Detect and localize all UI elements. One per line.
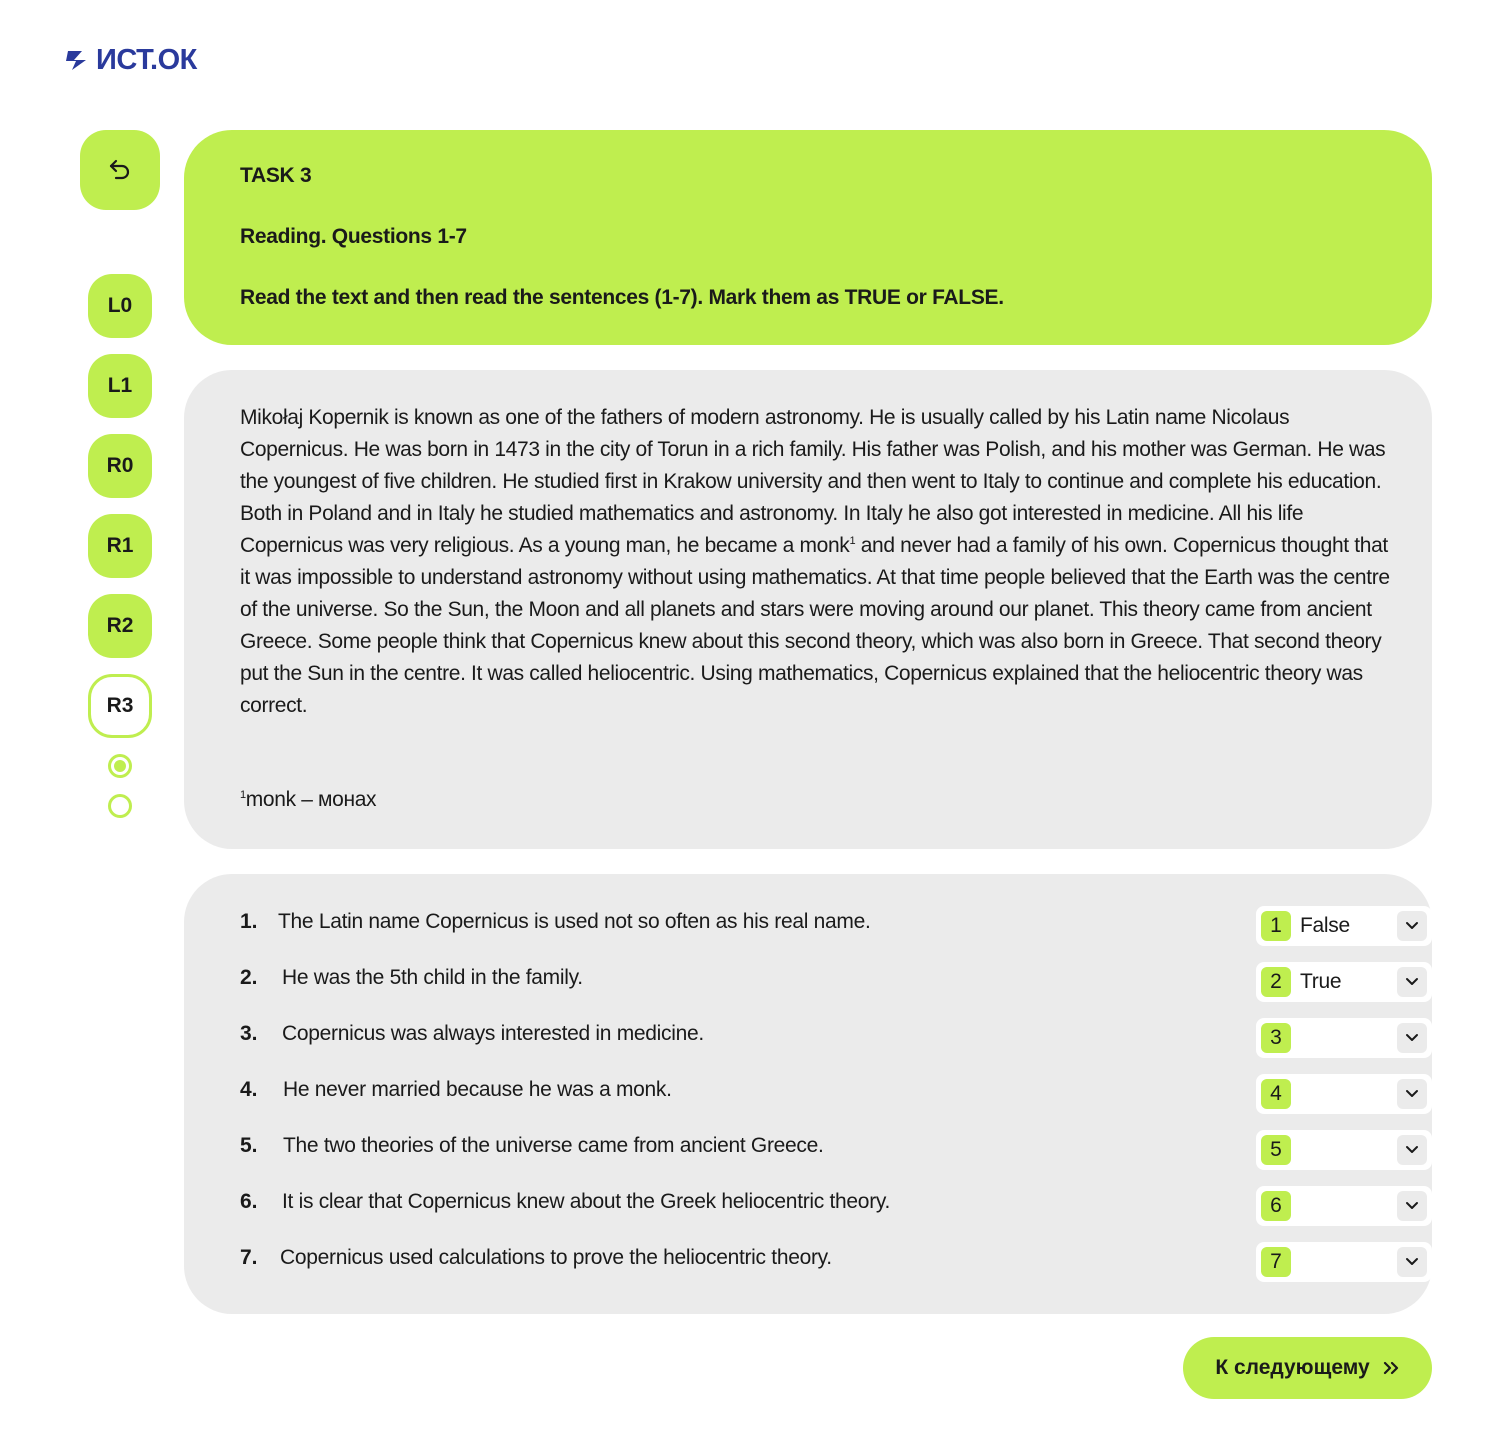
question-number: 2. xyxy=(240,966,258,989)
answer-badge: 3 xyxy=(1261,1023,1291,1053)
answer-badge: 2 xyxy=(1261,967,1291,997)
question-row: 5. The two theories of the universe came… xyxy=(240,1130,1432,1170)
step-indicator-next[interactable] xyxy=(108,794,132,818)
chevron-down-icon xyxy=(1397,1079,1427,1109)
answer-value: False xyxy=(1300,914,1350,937)
answer-value: True xyxy=(1300,970,1342,993)
question-text: The two theories of the universe came fr… xyxy=(283,1134,824,1157)
brand-logo[interactable]: ИСТ.ОК xyxy=(64,44,197,76)
nav-item-l1[interactable]: L1 xyxy=(88,354,152,418)
answer-badge: 6 xyxy=(1261,1191,1291,1221)
chevron-down-icon xyxy=(1397,967,1427,997)
chevron-down-icon xyxy=(1397,1191,1427,1221)
nav-item-r1[interactable]: R1 xyxy=(88,514,152,578)
question-row: 1. The Latin name Copernicus is used not… xyxy=(240,906,1432,946)
answer-select-1[interactable]: 1 False xyxy=(1256,906,1432,946)
nav-item-r2[interactable]: R2 xyxy=(88,594,152,658)
chevron-down-icon xyxy=(1397,1135,1427,1165)
nav-item-r3[interactable]: R3 xyxy=(88,674,152,738)
task-subtitle: Reading. Questions 1-7 xyxy=(240,225,467,248)
question-number: 5. xyxy=(240,1134,258,1157)
question-number: 1. xyxy=(240,910,258,933)
undo-arrow-icon xyxy=(109,159,130,180)
nav-item-r0[interactable]: R0 xyxy=(88,434,152,498)
nav-item-l0[interactable]: L0 xyxy=(88,274,152,338)
answer-badge: 5 xyxy=(1261,1135,1291,1165)
question-number: 3. xyxy=(240,1022,258,1045)
chevron-down-icon xyxy=(1397,911,1427,941)
logo-text: ИСТ.ОК xyxy=(96,44,197,76)
question-number: 7. xyxy=(240,1246,258,1269)
next-button-label: К следующему xyxy=(1215,1356,1370,1379)
question-text: The Latin name Copernicus is used not so… xyxy=(278,910,871,933)
answer-select-6[interactable]: 6 xyxy=(1256,1186,1432,1226)
logo-mark-icon xyxy=(66,51,86,70)
question-number: 4. xyxy=(240,1078,258,1101)
footnote: 1monk – монах xyxy=(240,788,377,811)
step-indicator-current[interactable] xyxy=(108,754,132,778)
answer-select-3[interactable]: 3 xyxy=(1256,1018,1432,1058)
question-text: It is clear that Copernicus knew about t… xyxy=(282,1190,891,1213)
question-row: 4. He never married because he was a mon… xyxy=(240,1074,1432,1114)
double-chevron-right-icon xyxy=(1383,1361,1398,1375)
question-text: He never married because he was a monk. xyxy=(283,1078,672,1101)
chevron-down-icon xyxy=(1397,1023,1427,1053)
answer-select-5[interactable]: 5 xyxy=(1256,1130,1432,1170)
answer-badge: 7 xyxy=(1261,1247,1291,1277)
question-number: 6. xyxy=(240,1190,258,1213)
chevron-down-icon xyxy=(1397,1247,1427,1277)
questions-card: 1. The Latin name Copernicus is used not… xyxy=(184,874,1432,1314)
question-row: 3. Copernicus was always interested in m… xyxy=(240,1018,1432,1058)
question-row: 7. Copernicus used calculations to prove… xyxy=(240,1242,1432,1282)
answer-select-2[interactable]: 2 True xyxy=(1256,962,1432,1002)
question-text: Copernicus was always interested in medi… xyxy=(282,1022,704,1045)
answer-select-7[interactable]: 7 xyxy=(1256,1242,1432,1282)
task-header-card: TASK 3 Reading. Questions 1-7 Read the t… xyxy=(184,130,1432,345)
reading-passage: Mikołaj Kopernik is known as one of the … xyxy=(240,406,1390,717)
task-instruction: Read the text and then read the sentence… xyxy=(240,286,1004,309)
reading-passage-card: Mikołaj Kopernik is known as one of the … xyxy=(184,370,1432,849)
answer-badge: 4 xyxy=(1261,1079,1291,1109)
question-text: He was the 5th child in the family. xyxy=(282,966,583,989)
question-row: 2. He was the 5th child in the family. 2… xyxy=(240,962,1432,1002)
task-title: TASK 3 xyxy=(240,164,312,187)
next-button[interactable]: К следующему xyxy=(1183,1337,1432,1399)
question-text: Copernicus used calculations to prove th… xyxy=(280,1246,832,1269)
answer-badge: 1 xyxy=(1261,911,1291,941)
question-row: 6. It is clear that Copernicus knew abou… xyxy=(240,1186,1432,1226)
back-button[interactable] xyxy=(80,130,160,210)
answer-select-4[interactable]: 4 xyxy=(1256,1074,1432,1114)
